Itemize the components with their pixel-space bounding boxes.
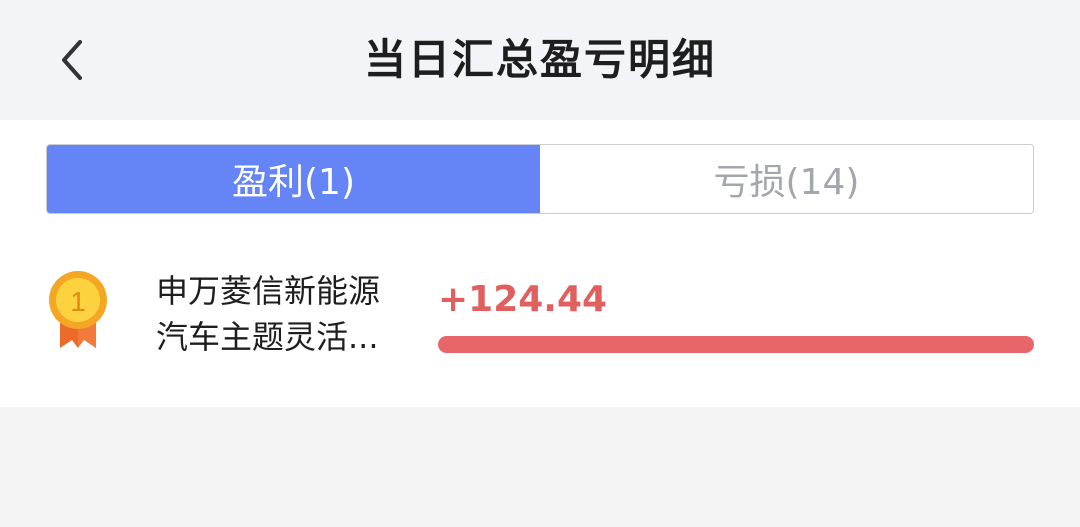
- fund-name: 申万菱信新能源 汽车主题灵活...: [156, 268, 412, 360]
- page-title: 当日汇总盈亏明细: [363, 35, 716, 84]
- fund-name-line2: 汽车主题灵活...: [156, 318, 379, 356]
- profit-bar-fill: [438, 336, 1034, 353]
- rank-number: 1: [70, 286, 86, 317]
- header-bar: 当日汇总盈亏明细: [0, 0, 1080, 120]
- gold-medal-icon: 1: [49, 271, 107, 348]
- fund-name-line1: 申万菱信新能源: [156, 272, 381, 310]
- list-item[interactable]: 1 申万菱信新能源 汽车主题灵活... +124.44: [0, 260, 1080, 370]
- tab-bar: 盈利(1) 亏损(14): [46, 144, 1034, 214]
- tab-profit[interactable]: 盈利(1): [47, 145, 540, 213]
- content-panel: 盈利(1) 亏损(14) 1 申万菱信新能源 汽车主题灵活... +124.44: [0, 120, 1080, 407]
- profit-bar: [438, 336, 1034, 353]
- tab-loss[interactable]: 亏损(14): [540, 145, 1033, 213]
- profit-amount: +124.44: [438, 279, 608, 320]
